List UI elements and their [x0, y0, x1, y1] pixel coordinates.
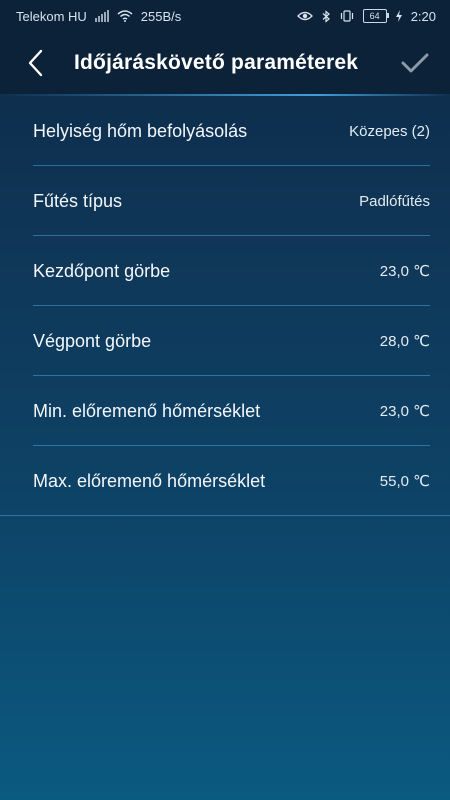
- setting-label: Fűtés típus: [33, 190, 123, 211]
- vibrate-icon: [340, 10, 353, 22]
- eye-icon: [296, 11, 313, 21]
- setting-label: Max. előremenő hőmérséklet: [33, 470, 266, 491]
- setting-label: Kezdőpont görbe: [33, 260, 171, 281]
- app-header: Időjáráskövető paraméterek: [0, 32, 450, 94]
- setting-max-flow-temperature[interactable]: Max. előremenő hőmérséklet 55,0 ℃: [0, 446, 450, 516]
- confirm-button[interactable]: [398, 46, 432, 80]
- back-button[interactable]: [18, 46, 52, 80]
- setting-curve-start-point[interactable]: Kezdőpont görbe 23,0 ℃: [0, 236, 450, 306]
- clock: 2:20: [410, 8, 436, 24]
- chevron-left-icon: [28, 49, 43, 77]
- status-bar: Telekom HU 255B/s 64 2:20: [0, 0, 450, 32]
- charging-bolt-icon: [395, 10, 402, 22]
- checkmark-icon: [401, 53, 429, 73]
- signal-strength-icon: [94, 10, 109, 22]
- carrier-name: Telekom HU: [16, 8, 87, 24]
- page-title: Időjáráskövető paraméterek: [74, 51, 359, 74]
- wifi-icon: [117, 10, 133, 22]
- setting-value: 23,0 ℃: [379, 403, 430, 420]
- setting-heating-type[interactable]: Fűtés típus Padlófűtés: [0, 166, 450, 236]
- setting-value: Padlófűtés: [359, 192, 430, 210]
- setting-label: Végpont görbe: [33, 330, 152, 351]
- setting-value: 23,0 ℃: [379, 263, 430, 280]
- battery-icon: 64: [362, 9, 389, 23]
- settings-list: Helyiség hőm befolyásolás Közepes (2) Fű…: [0, 96, 450, 516]
- status-bar-left: Telekom HU 255B/s: [16, 9, 181, 24]
- setting-curve-end-point[interactable]: Végpont görbe 28,0 ℃: [0, 306, 450, 376]
- network-speed: 255B/s: [140, 8, 182, 24]
- status-bar-right: 64 2:20: [296, 8, 436, 24]
- setting-label: Helyiség hőm befolyásolás: [33, 120, 248, 141]
- setting-value: Közepes (2): [349, 122, 430, 140]
- setting-room-temperature-influence[interactable]: Helyiség hőm befolyásolás Közepes (2): [0, 96, 450, 166]
- setting-min-flow-temperature[interactable]: Min. előremenő hőmérséklet 23,0 ℃: [0, 376, 450, 446]
- bluetooth-icon: [322, 9, 330, 23]
- setting-value: 55,0 ℃: [379, 473, 430, 490]
- setting-value: 28,0 ℃: [379, 333, 430, 350]
- setting-label: Min. előremenő hőmérséklet: [33, 400, 261, 421]
